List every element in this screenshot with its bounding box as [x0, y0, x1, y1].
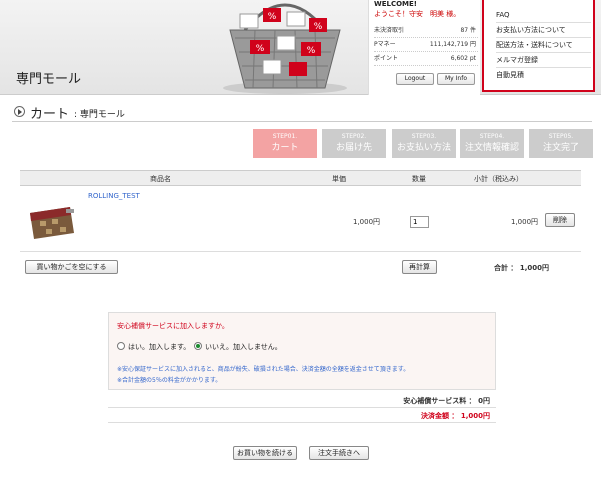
site-brand[interactable]: 専門モール	[16, 68, 81, 87]
menu-item-shipping-info[interactable]: 配送方法・送料について	[496, 38, 591, 53]
page-subtitle: : 専門モール	[74, 110, 125, 120]
menu-item-payment-info[interactable]: お支払い方法について	[496, 23, 591, 38]
header: 専門モール % % % % WELCOME! ようこそ！守安 明美 様。 未決済…	[0, 0, 601, 95]
insurance-no-label[interactable]: いいえ。加入しません。	[205, 342, 282, 352]
unit-price: 1,000円	[353, 218, 381, 226]
cart-total: 合計 ： 1,000円	[494, 264, 550, 272]
welcome-user: ようこそ！守安 明美 様。	[374, 10, 461, 18]
step-label: お支払い方法	[396, 143, 451, 153]
insurance-yes-radio[interactable]	[117, 342, 125, 350]
page-title-bar: カート : 専門モール	[12, 102, 592, 122]
stat-row: ポイント 6,602 pt	[374, 52, 478, 66]
item-subtotal: 1,000円	[511, 218, 539, 226]
insurance-note-1: ※安心保証サービスに加入されると、商品が紛失、破損された場合、決済金額の全額を返…	[117, 366, 410, 373]
step-complete: STEP05. 注文完了	[529, 129, 593, 158]
step-label: カート	[271, 143, 299, 153]
insurance-no-radio[interactable]	[194, 342, 202, 350]
step-payment: STEP03. お支払い方法	[392, 129, 456, 158]
svg-text:%: %	[307, 46, 316, 56]
stat-label: 未決済取引	[374, 27, 405, 34]
empty-cart-button[interactable]: 買い物かごを空にする	[25, 260, 118, 274]
welcome-panel: WELCOME! ようこそ！守安 明美 様。 未決済取引 87 件 Pマネー 1…	[368, 0, 480, 95]
step-delivery: STEP02. お届け先	[322, 129, 386, 158]
cart-table-header: 商品名 単価 数量 小計（税込み）	[20, 170, 581, 186]
stat-label: ポイント	[374, 55, 399, 62]
step-number: STEP02.	[341, 133, 367, 140]
recalculate-button[interactable]: 再計算	[402, 260, 437, 274]
delete-button[interactable]: 削除	[545, 213, 575, 227]
column-header-subtotal: 小計（税込み）	[474, 175, 523, 183]
cart-item-row: ROLLING_TEST 1,000円 1,000円 削除	[20, 187, 581, 252]
payment-amount-row: 決済金額 ： 1,000円	[108, 408, 496, 423]
step-number: STEP05.	[548, 133, 574, 140]
step-number: STEP01.	[272, 133, 298, 140]
stat-label: Pマネー	[374, 41, 396, 48]
product-name-link[interactable]: ROLLING_TEST	[88, 192, 140, 200]
stat-value: 87 件	[460, 27, 476, 34]
logout-button[interactable]: Logout	[396, 73, 434, 85]
quantity-input[interactable]	[410, 216, 429, 228]
my-info-button[interactable]: My Info	[437, 73, 475, 85]
insurance-question: 安心補償サービスに加入しますか。	[117, 322, 229, 330]
stat-value: 6,602 pt	[450, 55, 476, 62]
svg-text:%: %	[268, 12, 277, 22]
svg-text:%: %	[314, 22, 323, 32]
payment-amount: 決済金額 ： 1,000円	[420, 412, 490, 420]
menu-item-faq[interactable]: FAQ	[496, 8, 591, 23]
step-cart: STEP01. カート	[253, 129, 317, 158]
column-header-product: 商品名	[150, 175, 171, 183]
column-header-qty: 数量	[412, 175, 426, 183]
page-title: カート	[30, 107, 70, 122]
insurance-fee: 安心補償サービス料 ： 0円	[403, 397, 490, 405]
stat-value: 111,142,719 円	[429, 41, 476, 48]
insurance-note-2: ※合計金額の5％の料金がかかります。	[117, 377, 222, 384]
menu-item-newsletter[interactable]: メルマガ登録	[496, 53, 591, 68]
step-confirm: STEP04. 注文情報確認	[460, 129, 524, 158]
svg-text:%: %	[256, 44, 265, 54]
insurance-panel: 安心補償サービスに加入しますか。 はい。加入します。 いいえ。加入しません。 ※…	[108, 312, 496, 390]
arrow-circle-icon	[14, 106, 25, 117]
menu-item-estimate[interactable]: 自動見積	[496, 68, 591, 83]
step-label: 注文完了	[542, 143, 579, 153]
stat-row: 未決済取引 87 件	[374, 24, 478, 38]
insurance-yes-label[interactable]: はい。加入します。	[128, 342, 190, 352]
step-label: お届け先	[335, 143, 372, 153]
product-thumbnail[interactable]	[26, 199, 78, 241]
insurance-fee-row: 安心補償サービス料 ： 0円	[108, 393, 496, 408]
shopping-basket-image: % % % %	[223, 3, 347, 94]
checkout-button[interactable]: 注文手続きへ	[309, 446, 369, 460]
step-label: 注文情報確認	[464, 143, 519, 153]
stat-row: Pマネー 111,142,719 円	[374, 38, 478, 52]
continue-shopping-button[interactable]: お買い物を続ける	[233, 446, 297, 460]
step-number: STEP03.	[411, 133, 437, 140]
side-menu: FAQ お支払い方法について 配送方法・送料について メルマガ登録 自動見積	[482, 0, 595, 92]
step-number: STEP04.	[479, 133, 505, 140]
welcome-title: WELCOME!	[374, 0, 417, 8]
column-header-price: 単価	[332, 175, 346, 183]
